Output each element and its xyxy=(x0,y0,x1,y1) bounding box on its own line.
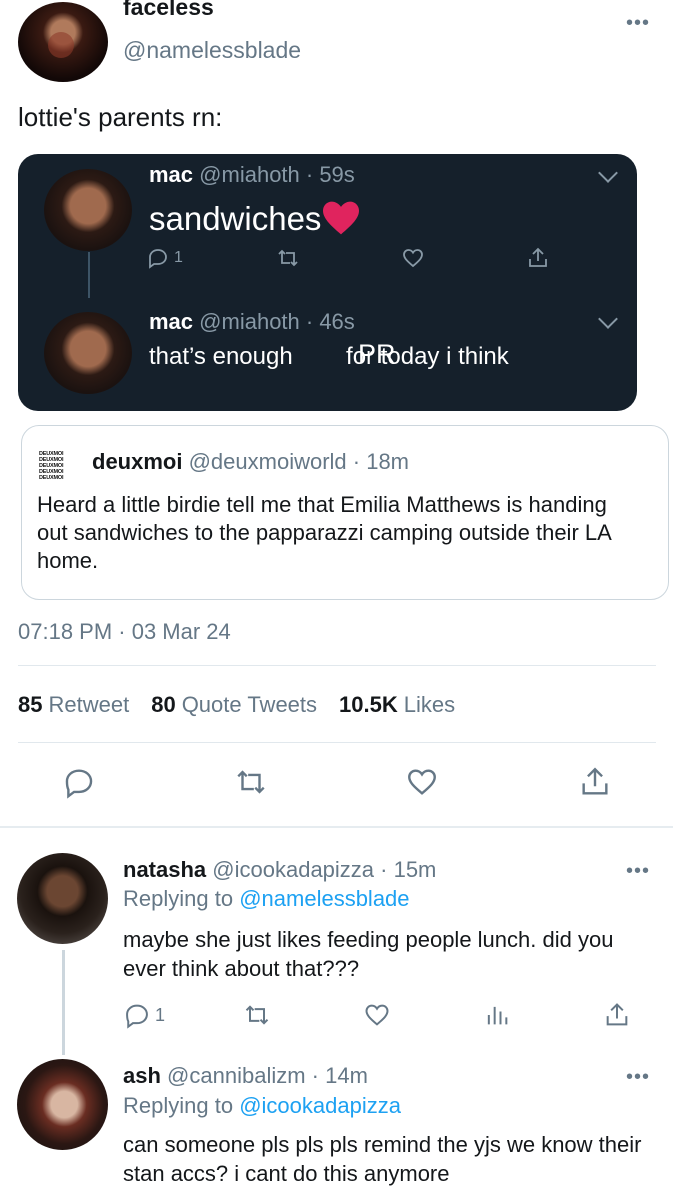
divider xyxy=(18,742,656,743)
embed-tweet1-header: mac @miahoth · 59s xyxy=(149,162,355,187)
main-tweet-header: faceless @namelessblade ••• xyxy=(0,0,673,95)
reply-author-name[interactable]: natasha xyxy=(123,857,206,882)
embed-thread-line xyxy=(88,252,90,298)
share-icon[interactable] xyxy=(578,765,612,799)
embed-share-icon xyxy=(526,246,550,270)
reply-text: maybe she just likes feeding people lunc… xyxy=(123,927,614,981)
heart-emoji-icon xyxy=(321,200,361,236)
quoted-name: deuxmoi xyxy=(92,449,183,474)
reply-action-bar: 1 xyxy=(123,1001,643,1031)
quoted-handle-time: @deuxmoiworld · 18m xyxy=(188,449,410,474)
reply-header: natasha @icookadapizza · 15m xyxy=(123,857,436,883)
share-icon[interactable] xyxy=(603,1001,631,1029)
embed-tweet2-header: mac @miahoth · 46s xyxy=(149,309,355,334)
more-options-icon[interactable]: ••• xyxy=(626,861,650,881)
embed-pr-overlay: PR xyxy=(358,339,396,369)
embed-like-icon xyxy=(401,246,425,270)
author-handle[interactable]: @namelessblade xyxy=(123,37,301,64)
embed-avatar-1 xyxy=(44,169,132,251)
reply-avatar-natasha[interactable] xyxy=(17,853,108,944)
engagement-stats: 85 Retweet 80 Quote Tweets 10.5K Likes xyxy=(18,692,455,718)
quote-stat[interactable]: 80 Quote Tweets xyxy=(151,692,317,718)
tweet-text: lottie's parents rn: xyxy=(18,102,223,132)
retweet-icon[interactable] xyxy=(234,765,268,799)
thread-connector-line xyxy=(62,950,65,1055)
quoted-header: deuxmoi @deuxmoiworld · 18m xyxy=(92,449,409,475)
replying-to-link[interactable]: @icookadapizza xyxy=(239,1093,401,1118)
embed-tweet1-text: sandwiches xyxy=(149,194,361,238)
analytics-icon[interactable] xyxy=(483,1001,511,1029)
quoted-tweet[interactable]: DEUXMOI DEUXMOI DEUXMOI DEUXMOI DEUXMOI … xyxy=(21,425,669,600)
like-icon[interactable] xyxy=(405,765,439,799)
more-options-icon[interactable]: ••• xyxy=(626,13,650,33)
embed-avatar-2 xyxy=(44,312,132,394)
author-name[interactable]: faceless xyxy=(123,0,214,21)
likes-stat[interactable]: 10.5K Likes xyxy=(339,692,455,718)
author-avatar[interactable] xyxy=(18,2,108,82)
replying-to-link[interactable]: @namelessblade xyxy=(239,886,409,911)
reply-header: ash @cannibalizm · 14m xyxy=(123,1063,368,1089)
embed-tweet1-actions: 1 xyxy=(146,246,566,276)
retweet-icon[interactable] xyxy=(243,1001,271,1029)
reply-author-name[interactable]: ash xyxy=(123,1063,161,1088)
embed-chevron-down-icon xyxy=(598,163,618,183)
section-divider xyxy=(0,826,673,828)
embed-chevron-down-icon xyxy=(598,309,618,329)
main-action-bar xyxy=(0,765,673,805)
more-options-icon[interactable]: ••• xyxy=(626,1067,650,1087)
reply-icon[interactable]: 1 xyxy=(123,1001,165,1029)
replying-to: Replying to @icookadapizza xyxy=(123,1093,401,1118)
tweet-timestamp[interactable]: 07:18 PM · 03 Mar 24 xyxy=(18,619,231,645)
reply-icon[interactable] xyxy=(62,765,96,799)
reply-handle-time: @icookadapizza · 15m xyxy=(212,857,437,882)
reply-handle-time: @cannibalizm · 14m xyxy=(167,1063,368,1088)
reply-text: can someone pls pls pls remind the yjs w… xyxy=(123,1132,642,1186)
retweet-stat[interactable]: 85 Retweet xyxy=(18,692,129,718)
quoted-avatar-logo: DEUXMOI DEUXMOI DEUXMOI DEUXMOI DEUXMOI xyxy=(39,451,64,481)
replying-to: Replying to @namelessblade xyxy=(123,886,410,911)
like-icon[interactable] xyxy=(363,1001,391,1029)
divider xyxy=(18,665,656,666)
quoted-text: Heard a little birdie tell me that Emili… xyxy=(37,492,611,573)
tweet-media-image[interactable]: mac @miahoth · 59s sandwiches 1 mac @mia… xyxy=(18,154,637,411)
embed-reply-icon: 1 xyxy=(146,246,183,270)
embed-retweet-icon xyxy=(276,246,300,270)
reply-avatar-ash[interactable] xyxy=(17,1059,108,1150)
